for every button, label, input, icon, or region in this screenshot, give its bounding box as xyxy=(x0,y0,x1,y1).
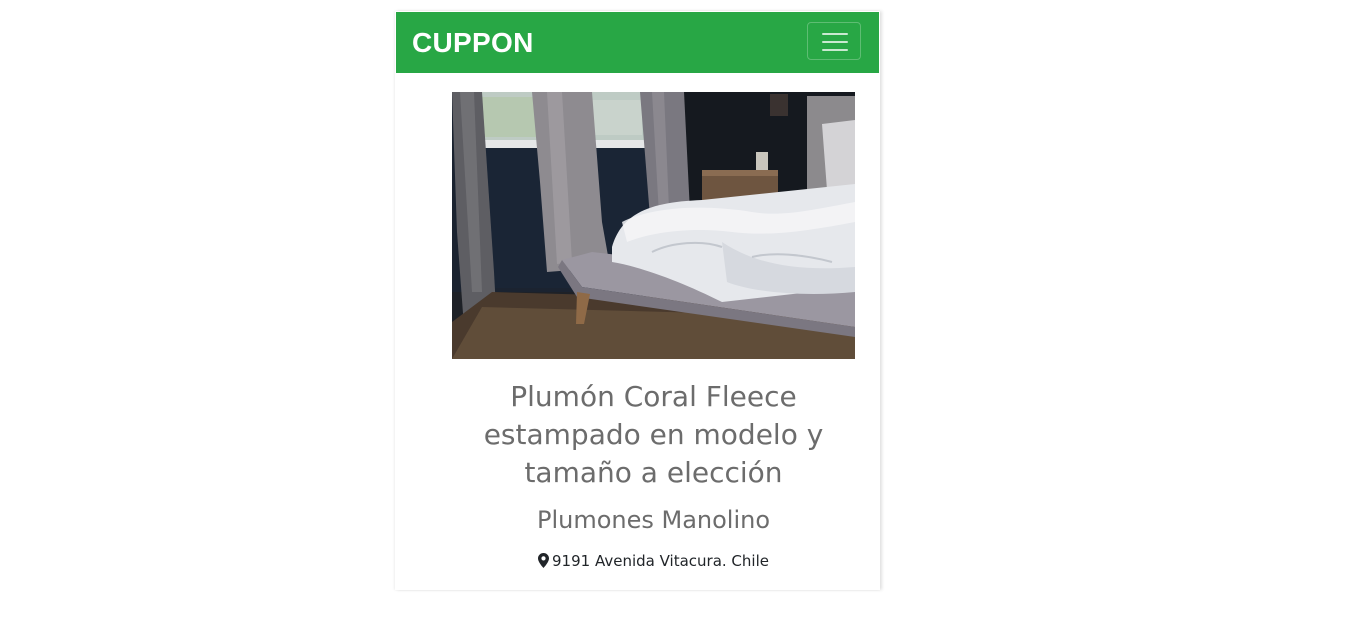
navbar-toggler-button[interactable] xyxy=(807,22,861,60)
address-text: 9191 Avenida Vitacura. Chile xyxy=(552,552,769,570)
map-marker-icon xyxy=(538,553,550,573)
brand-logo[interactable]: CUPPON xyxy=(412,25,534,61)
product-image xyxy=(452,92,855,359)
hamburger-menu-icon xyxy=(822,33,848,35)
navbar: CUPPON xyxy=(396,12,879,73)
company-name: Plumones Manolino xyxy=(536,506,771,534)
mobile-viewport: CUPPON Plumón Coral Fleece estampado en … xyxy=(395,11,880,590)
product-title: Plumón Coral Fleece estampado en modelo … xyxy=(483,380,824,489)
address-line: 9191 Avenida Vitacura. Chile xyxy=(452,551,855,573)
